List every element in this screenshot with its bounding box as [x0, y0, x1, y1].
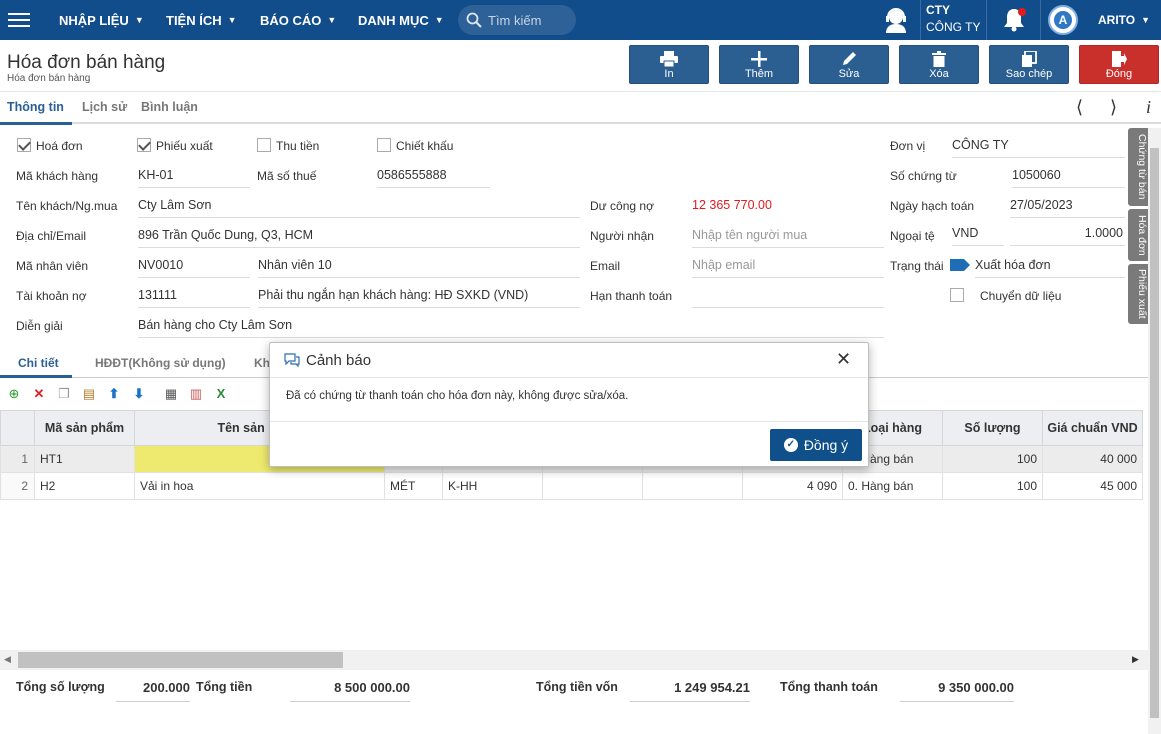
check-circle-icon: ✓	[783, 438, 798, 452]
close-icon[interactable]: ✕	[836, 349, 851, 370]
chat-bubble-icon	[284, 353, 300, 367]
dialog-message: Đã có chứng từ thanh toán cho hóa đơn nà…	[286, 390, 629, 402]
dialog-title: Cảnh báo	[306, 352, 372, 369]
ok-label: Đồng ý	[803, 437, 849, 453]
ok-button[interactable]: ✓ Đồng ý	[770, 429, 862, 461]
warning-dialog: Cảnh báo ✕ Đã có chứng từ thanh toán cho…	[269, 342, 869, 467]
dialog-header: Cảnh báo ✕	[270, 343, 868, 378]
dialog-footer	[270, 421, 868, 422]
